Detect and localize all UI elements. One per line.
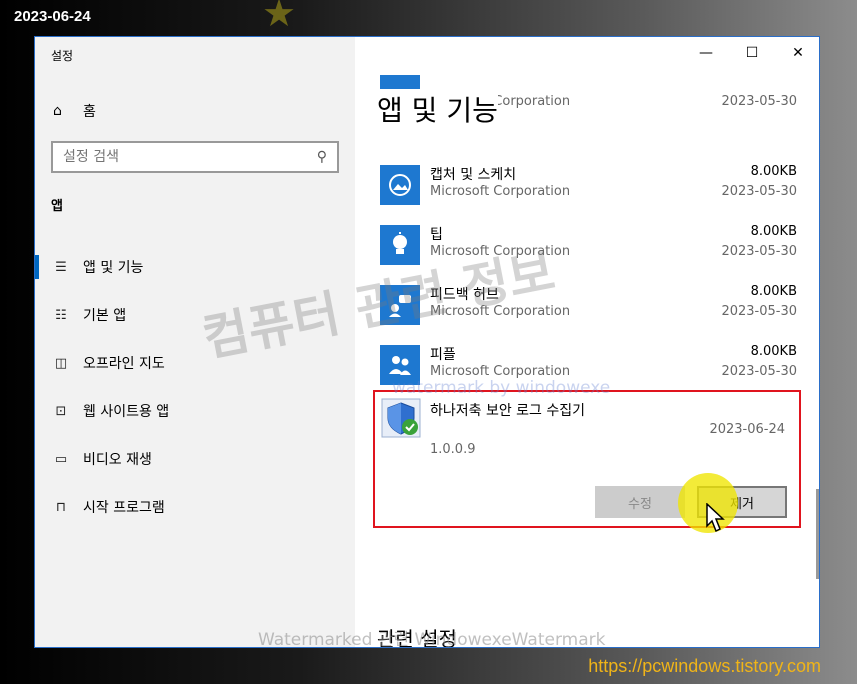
app-size: 8.00KB [750, 224, 797, 239]
apps-features-icon: ☰ [55, 259, 67, 275]
home-label: 홈 [83, 104, 96, 120]
mouse-cursor-icon [706, 503, 725, 533]
app-publisher: Microsoft Corporation [430, 184, 571, 199]
maximize-button[interactable]: ☐ [729, 37, 775, 69]
feedback-hub-icon [380, 285, 420, 325]
offline-maps-icon: ◫ [54, 355, 68, 371]
watermark-sub: watermark by windowexe [392, 378, 611, 398]
sidebar-item-label: 앱 및 기능 [83, 260, 144, 276]
sidebar-item-label: 오프라인 지도 [83, 356, 165, 372]
section-label: 앱 [51, 199, 63, 214]
app-size: 8.00KB [750, 284, 797, 299]
watermark-bottom: Watermarked 관련 WindowexeWatermark [258, 630, 606, 650]
app-date: 2023-05-30 [721, 184, 797, 199]
app-name: 피플 [430, 347, 456, 363]
app-date: 2023-05-30 [721, 364, 797, 379]
tips-icon [380, 225, 420, 265]
page-title: 앱 및 기능 [377, 89, 498, 129]
close-button[interactable]: ✕ [775, 37, 819, 69]
window-controls: — ☐ ✕ [683, 37, 819, 69]
sidebar-item-label: 기본 앱 [83, 308, 127, 324]
app-name: 피드백 허브 [430, 287, 499, 303]
snip-sketch-icon [380, 165, 420, 205]
sidebar: 설정 ⌂ 홈 ⚲ 앱 ☰ 앱 및 기능 ☷ 기본 앱 ◫ 오프라인 지도 [35, 37, 355, 647]
home-icon: ⌂ [53, 103, 62, 119]
window-title: 설정 [51, 49, 74, 63]
settings-window: 설정 ⌂ 홈 ⚲ 앱 ☰ 앱 및 기능 ☷ 기본 앱 ◫ 오프라인 지도 [34, 36, 820, 648]
app-publisher: Microsoft Corporation [430, 364, 571, 379]
star-decoration: ★ [262, 0, 297, 35]
sidebar-item-default-apps[interactable]: ☷ 기본 앱 [35, 291, 355, 339]
app-publisher: Microsoft Corporation [430, 244, 571, 259]
sidebar-item-video-playback[interactable]: ▭ 비디오 재생 [35, 435, 355, 483]
default-apps-icon: ☷ [55, 307, 67, 323]
minimize-button[interactable]: — [683, 37, 729, 69]
apps-for-websites-icon: ⊡ [55, 403, 67, 419]
search-box[interactable]: ⚲ [51, 141, 339, 173]
app-name: 하나저축 보안 로그 수집기 [430, 403, 586, 419]
scrollbar[interactable] [816, 489, 819, 579]
sidebar-item-startup[interactable]: ⊓ 시작 프로그램 [35, 483, 355, 531]
startup-icon: ⊓ [55, 499, 67, 515]
app-publisher: Microsoft Corporation [430, 304, 571, 319]
sidebar-item-label: 비디오 재생 [83, 452, 152, 468]
app-version: 1.0.0.9 [430, 442, 476, 457]
sidebar-item-label: 웹 사이트용 앱 [83, 404, 170, 420]
main-content: — ☐ ✕ Microsoft Corporation 2023-05-30 캡… [355, 37, 819, 647]
list-item[interactable]: 팁 Microsoft Corporation 8.00KB 2023-05-3… [377, 219, 797, 279]
shield-icon [381, 398, 421, 438]
list-item[interactable]: 캡처 및 스케치 Microsoft Corporation 8.00KB 20… [377, 159, 797, 219]
search-input[interactable] [63, 149, 317, 165]
app-size: 8.00KB [750, 164, 797, 179]
search-icon[interactable]: ⚲ [317, 149, 327, 165]
sidebar-item-label: 시작 프로그램 [83, 500, 165, 516]
app-date: 2023-05-30 [721, 244, 797, 259]
list-item[interactable]: 피드백 허브 Microsoft Corporation 8.00KB 2023… [377, 279, 797, 339]
app-name: 캡처 및 스케치 [430, 167, 517, 183]
sidebar-nav: ☰ 앱 및 기능 ☷ 기본 앱 ◫ 오프라인 지도 ⊡ 웹 사이트용 앱 ▭ 비… [35, 243, 355, 531]
site-url: https://pcwindows.tistory.com [588, 656, 821, 676]
app-date: 2023-05-30 [721, 94, 797, 109]
app-date: 2023-06-24 [709, 422, 785, 437]
home-link[interactable]: ⌂ 홈 [53, 101, 96, 121]
sidebar-item-offline-maps[interactable]: ◫ 오프라인 지도 [35, 339, 355, 387]
sidebar-item-apps-for-websites[interactable]: ⊡ 웹 사이트용 앱 [35, 387, 355, 435]
date-stamp: 2023-06-24 [14, 8, 91, 25]
app-size: 8.00KB [750, 344, 797, 359]
app-name: 팁 [430, 227, 443, 243]
app-date: 2023-05-30 [721, 304, 797, 319]
sidebar-item-apps-features[interactable]: ☰ 앱 및 기능 [35, 243, 355, 291]
video-playback-icon: ▭ [54, 451, 68, 467]
modify-button[interactable]: 수정 [595, 486, 685, 518]
